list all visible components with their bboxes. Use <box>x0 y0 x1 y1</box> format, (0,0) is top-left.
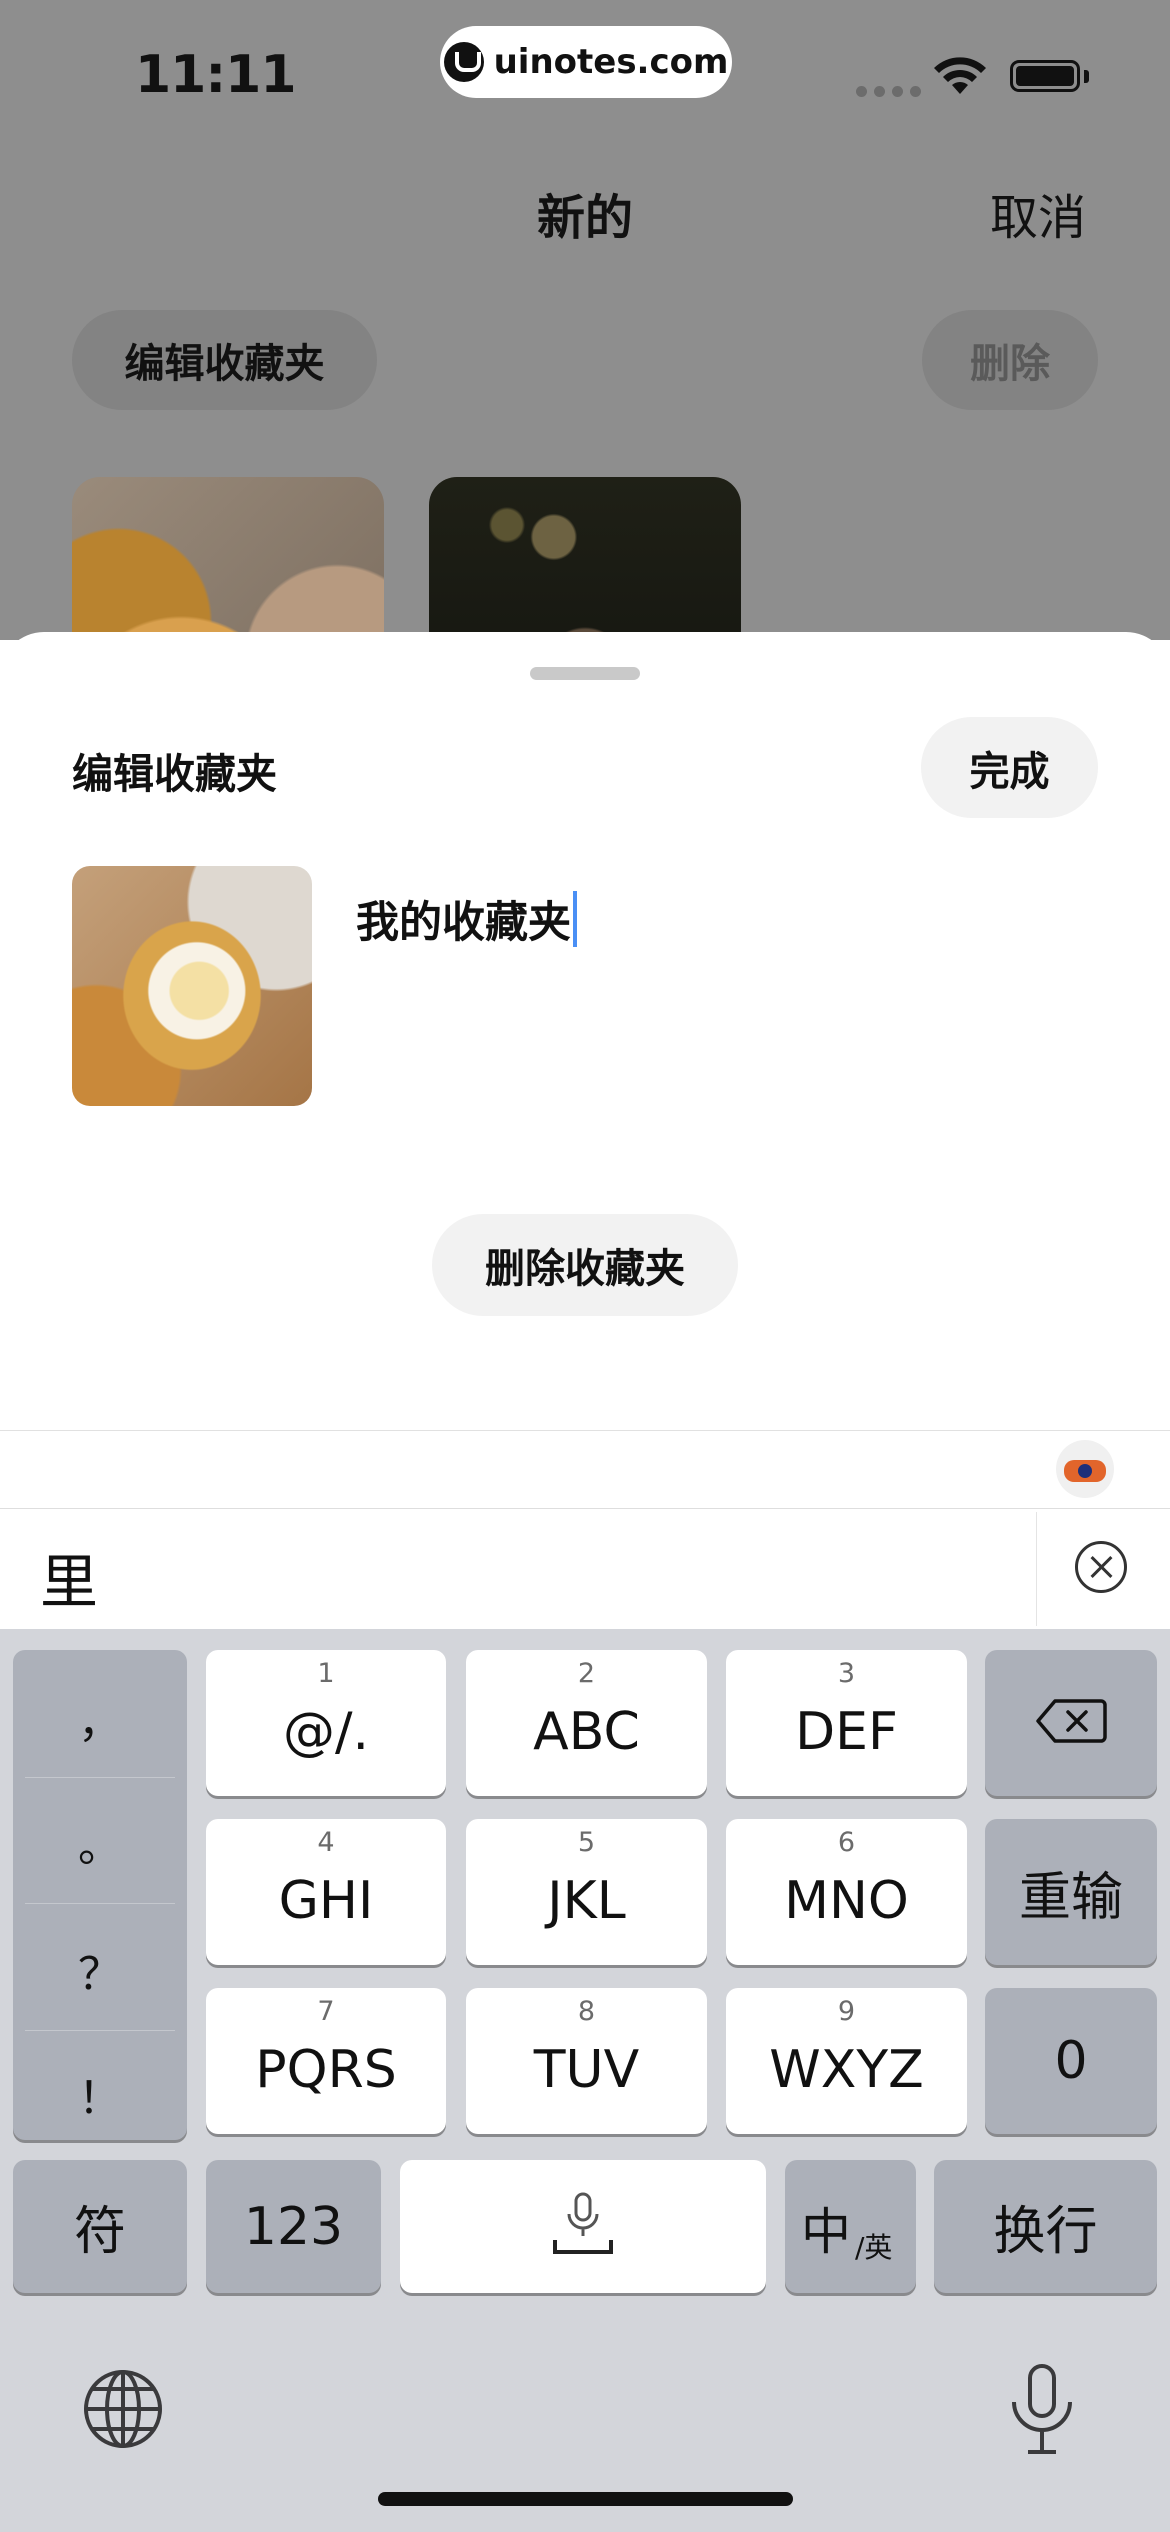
numbers-key[interactable]: 123 <box>206 2160 381 2293</box>
status-time: 11:11 <box>135 45 297 105</box>
candidate-bar <box>0 1509 1170 1629</box>
key-number: 7 <box>317 1996 335 2027</box>
lang-sub: /英 <box>855 2231 893 2264</box>
punct-divider <box>25 1777 175 1778</box>
key-number: 2 <box>577 1658 596 1689</box>
punct-divider <box>25 1903 175 1904</box>
punct-key-period[interactable]: 。 <box>13 1810 187 1874</box>
keyboard-mascot-icon[interactable] <box>1056 1440 1114 1498</box>
key-3[interactable]: 3 DEF <box>726 1650 967 1796</box>
delete-folder-button[interactable]: 删除收藏夹 <box>432 1214 738 1316</box>
key-label: GHI <box>278 1871 374 1931</box>
key-label: @/. <box>282 1702 370 1762</box>
edit-folder-button[interactable]: 编辑收藏夹 <box>72 310 377 410</box>
globe-icon[interactable] <box>83 2369 163 2449</box>
symbol-key[interactable]: 符 <box>13 2160 187 2293</box>
folder-cover-image[interactable] <box>72 866 312 1106</box>
microphone-icon[interactable] <box>1006 2362 1078 2458</box>
candidate-separator <box>1036 1512 1037 1626</box>
home-indicator[interactable] <box>378 2492 793 2506</box>
reenter-key[interactable]: 重输 <box>985 1819 1157 1965</box>
candidate-word[interactable]: 里 <box>40 1535 98 1619</box>
divider <box>0 1430 1170 1431</box>
battery-cap <box>1084 70 1089 83</box>
url-pill[interactable]: uinotes.com <box>440 26 732 98</box>
done-button[interactable]: 完成 <box>921 717 1098 818</box>
key-2[interactable]: 2 ABC <box>466 1650 707 1796</box>
key-label: ABC <box>533 1702 640 1762</box>
key-0[interactable]: 0 <box>985 1988 1157 2134</box>
folder-name-value: 我的收藏夹 <box>356 898 571 948</box>
wifi-icon <box>934 57 986 94</box>
key-9[interactable]: 9 WXYZ <box>726 1988 967 2134</box>
key-5[interactable]: 5 JKL <box>466 1819 707 1965</box>
sheet-title: 编辑收藏夹 <box>72 750 277 798</box>
key-number: 1 <box>317 1658 335 1689</box>
key-1[interactable]: 1 @/. <box>206 1650 446 1796</box>
punct-key-exclaim[interactable]: ！ <box>13 2062 187 2126</box>
punct-key-question[interactable]: ？ <box>13 1938 187 2002</box>
lang-main: 中 <box>801 2203 851 2261</box>
return-key[interactable]: 换行 <box>934 2160 1157 2293</box>
key-number: 5 <box>577 1827 596 1858</box>
battery-icon <box>1010 60 1080 92</box>
url-text: uinotes.com <box>493 42 729 82</box>
key-6[interactable]: 6 MNO <box>726 1819 967 1965</box>
key-label: JKL <box>547 1871 626 1931</box>
key-label: WXYZ <box>769 2040 924 2100</box>
cancel-button[interactable]: 取消 <box>990 178 1086 248</box>
folder-name-input[interactable]: 我的收藏夹 <box>356 884 1096 954</box>
key-number: 4 <box>317 1827 335 1858</box>
backspace-icon <box>1036 1699 1107 1743</box>
backspace-key[interactable] <box>985 1650 1157 1796</box>
key-number: 8 <box>577 1996 596 2027</box>
close-circle-icon[interactable] <box>1075 1541 1127 1593</box>
key-number: 3 <box>837 1658 856 1689</box>
space-mic-icon <box>553 2192 613 2254</box>
key-number: 9 <box>837 1996 856 2027</box>
text-caret <box>573 891 577 947</box>
punct-divider <box>25 2030 175 2031</box>
key-label: TUV <box>533 2040 640 2100</box>
key-4[interactable]: 4 GHI <box>206 1819 446 1965</box>
punct-key-comma[interactable]: ， <box>13 1686 187 1750</box>
language-switch-key[interactable]: 中 /英 <box>785 2160 916 2293</box>
site-logo-icon <box>443 42 484 82</box>
key-label: MNO <box>784 1871 909 1931</box>
key-8[interactable]: 8 TUV <box>466 1988 707 2134</box>
key-number: 6 <box>837 1827 856 1858</box>
key-label: PQRS <box>255 2040 397 2100</box>
key-label: DEF <box>795 1702 898 1762</box>
punctuation-column[interactable]: ， 。 ？ ！ <box>13 1650 187 2140</box>
delete-button[interactable]: 删除 <box>922 310 1098 410</box>
sheet-grabber[interactable] <box>530 667 640 680</box>
signal-icon <box>856 86 921 97</box>
space-key[interactable] <box>400 2160 766 2293</box>
key-7[interactable]: 7 PQRS <box>206 1988 446 2134</box>
